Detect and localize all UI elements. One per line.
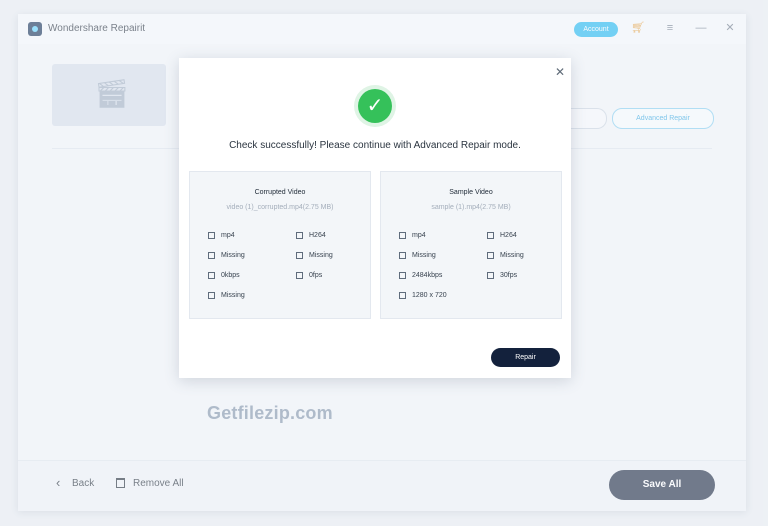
format-icon [399, 232, 406, 239]
format-icon [208, 232, 215, 239]
bitrate-icon [399, 272, 406, 279]
corrupted-video-panel: Corrupted Video video (1)_corrupted.mp4(… [189, 171, 371, 319]
codec-icon [487, 232, 494, 239]
success-check-icon: ✓ [358, 89, 392, 123]
video-camera-icon [296, 252, 303, 259]
codec-icon [296, 232, 303, 239]
panel-title: Corrupted Video [254, 189, 306, 196]
sample-video-panel: Sample Video sample (1).mp4(2.75 MB) mp4… [380, 171, 562, 319]
panel-file-name: sample (1).mp4(2.75 MB) [431, 204, 511, 211]
video-camera-icon [487, 252, 494, 259]
success-message: Check successfully! Please continue with… [229, 140, 521, 151]
fps-icon [296, 272, 303, 279]
image-icon [208, 252, 215, 259]
panel-file-name: video (1)_corrupted.mp4(2.75 MB) [226, 204, 334, 211]
repair-button[interactable]: Repair [491, 348, 560, 367]
bitrate-icon [208, 272, 215, 279]
check-result-dialog: ✕ ✓ Check successfully! Please continue … [179, 58, 571, 378]
dimension-icon [399, 292, 406, 299]
image-icon [399, 252, 406, 259]
panel-title: Sample Video [449, 189, 493, 196]
fps-icon [487, 272, 494, 279]
dialog-close-icon[interactable]: ✕ [555, 65, 565, 79]
dimension-icon [208, 292, 215, 299]
